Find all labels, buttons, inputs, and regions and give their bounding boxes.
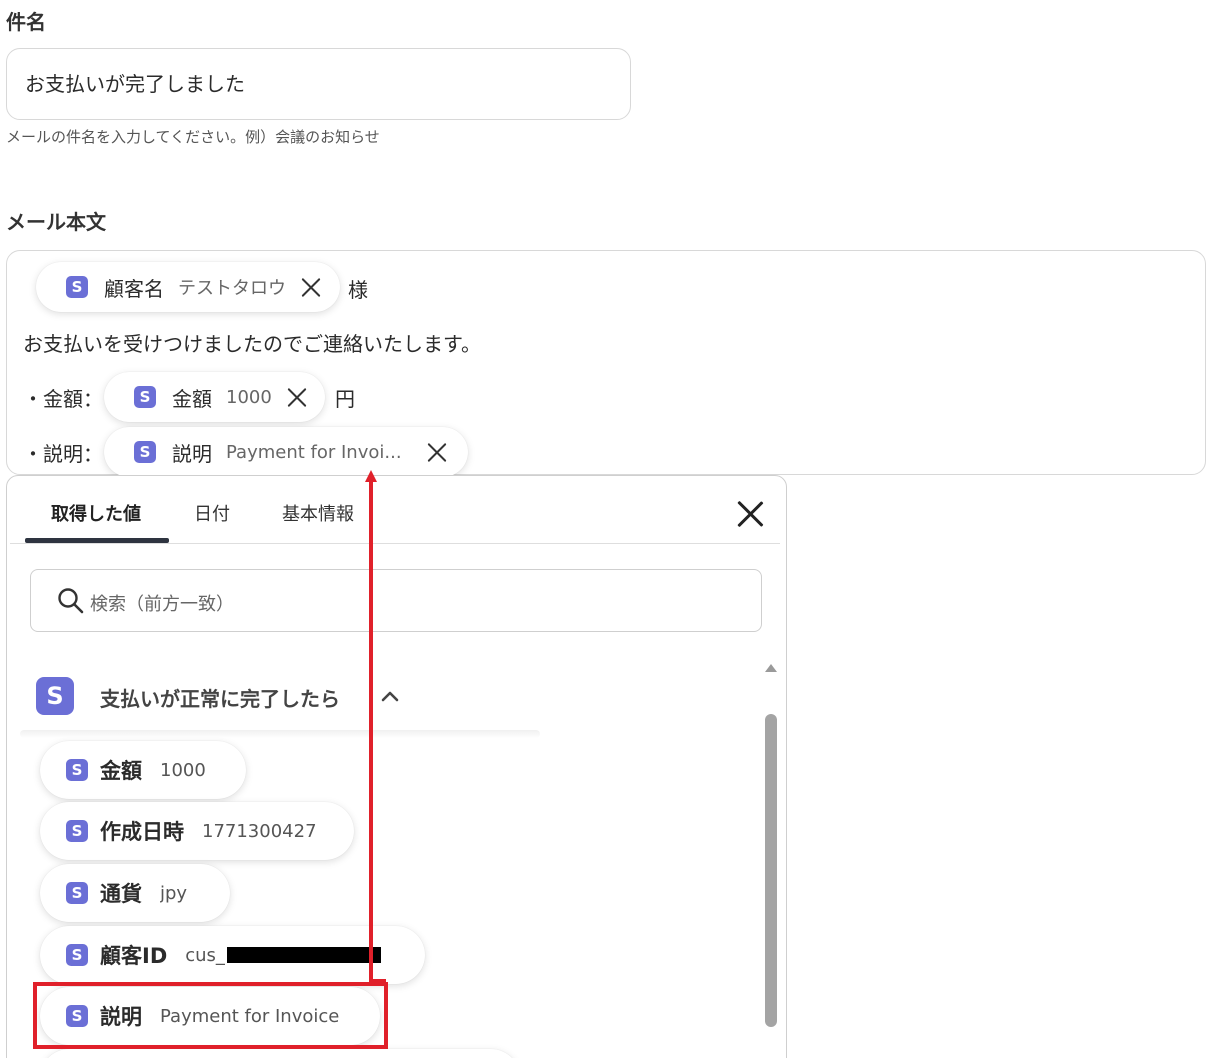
chip-label: 説明 bbox=[172, 441, 212, 466]
chevron-up-icon[interactable] bbox=[380, 688, 400, 704]
tab-acquired-values[interactable]: 取得した値 bbox=[51, 500, 141, 526]
mail-body-label: メール本文 bbox=[6, 210, 106, 234]
list-item-customer-id[interactable]: S 顧客ID cus_ bbox=[40, 926, 425, 984]
chip-label: 顧客名 bbox=[104, 276, 164, 301]
remove-chip-icon[interactable] bbox=[286, 386, 308, 408]
scroll-up-arrow-icon[interactable] bbox=[765, 664, 777, 672]
scrollbar-thumb[interactable] bbox=[765, 714, 777, 1027]
yen-text: 円 bbox=[335, 387, 355, 411]
item-value: 1000 bbox=[160, 759, 206, 781]
chip-label: 金額 bbox=[172, 386, 212, 411]
stripe-icon: S bbox=[66, 944, 88, 966]
item-label: 通貨 bbox=[100, 882, 142, 906]
section-title: 支払いが正常に完了したら bbox=[100, 687, 340, 711]
description-chip[interactable]: S 説明 Payment for Invoi... bbox=[104, 427, 468, 477]
stripe-icon: S bbox=[36, 677, 74, 715]
item-label: 顧客ID bbox=[100, 944, 168, 968]
search-placeholder: 検索（前方一致） bbox=[90, 594, 234, 615]
item-label: 金額 bbox=[100, 759, 142, 783]
list-item-amount[interactable]: S 金額 1000 bbox=[40, 741, 246, 799]
honorific-text: 様 bbox=[348, 278, 368, 302]
section-divider bbox=[20, 730, 540, 738]
subject-input[interactable]: お支払いが完了しました bbox=[6, 48, 631, 120]
highlight-box bbox=[33, 982, 388, 1049]
stripe-icon: S bbox=[66, 820, 88, 842]
stripe-icon: S bbox=[134, 386, 156, 408]
customer-name-chip[interactable]: S 顧客名 テストタロウ bbox=[36, 262, 340, 312]
stripe-icon: S bbox=[66, 882, 88, 904]
description-prefix: ・説明： bbox=[23, 442, 103, 466]
item-value: jpy bbox=[160, 882, 188, 904]
chip-value: Payment for Invoi... bbox=[226, 441, 402, 463]
tab-divider bbox=[10, 543, 780, 544]
list-item-currency[interactable]: S 通貨 jpy bbox=[40, 864, 230, 922]
amount-prefix: ・金額： bbox=[23, 387, 103, 411]
arrow-up-icon bbox=[365, 470, 377, 482]
close-panel-icon[interactable] bbox=[736, 500, 764, 528]
body-sentence: お支払いを受けつけましたのでご連絡いたします。 bbox=[23, 332, 481, 356]
subject-label: 件名 bbox=[6, 10, 46, 34]
remove-chip-icon[interactable] bbox=[300, 276, 322, 298]
amount-chip[interactable]: S 金額 1000 bbox=[104, 372, 325, 422]
item-value: 1771300427 bbox=[202, 820, 317, 842]
subject-hint: メールの件名を入力してください。例）会議のお知らせ bbox=[6, 128, 380, 146]
stripe-icon: S bbox=[66, 759, 88, 781]
highlight-connector-elbow bbox=[369, 979, 386, 983]
redacted-block bbox=[226, 947, 381, 963]
item-label: 作成日時 bbox=[100, 820, 184, 844]
chip-value: テストタロウ bbox=[178, 278, 286, 299]
search-icon bbox=[58, 588, 84, 614]
stripe-icon: S bbox=[134, 441, 156, 463]
stripe-icon: S bbox=[66, 276, 88, 298]
highlight-connector-line bbox=[369, 480, 373, 982]
tab-date[interactable]: 日付 bbox=[194, 500, 230, 526]
item-value: cus_ bbox=[185, 944, 225, 966]
list-item-created-at[interactable]: S 作成日時 1771300427 bbox=[40, 802, 354, 860]
list-item-next[interactable] bbox=[40, 1049, 520, 1058]
chip-value: 1000 bbox=[226, 386, 272, 408]
remove-chip-icon[interactable] bbox=[426, 441, 448, 463]
tab-basic-info[interactable]: 基本情報 bbox=[282, 500, 354, 526]
